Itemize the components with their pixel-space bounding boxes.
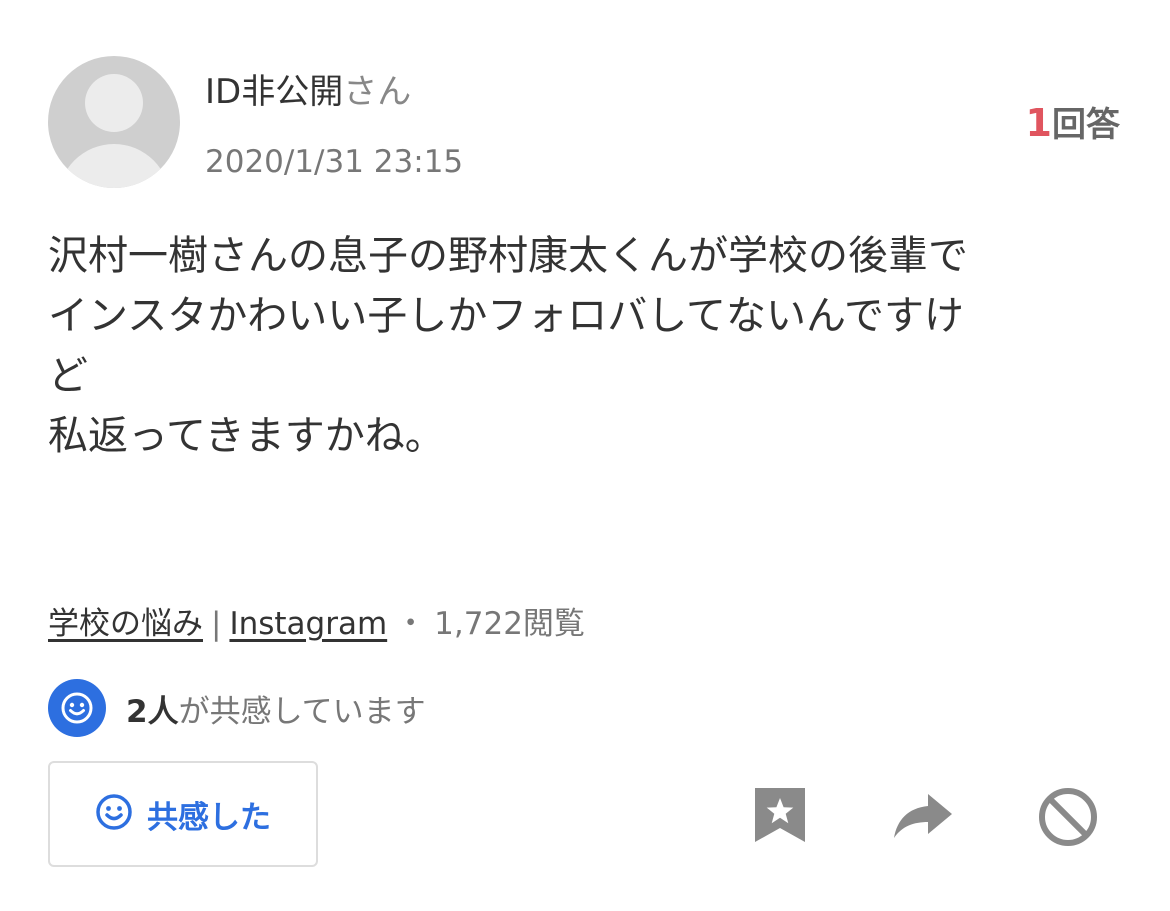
user-name-suffix: さん (343, 72, 412, 112)
post-timestamp: 2020/1/31 23:15 (205, 144, 464, 180)
empathy-count: 2人 (126, 693, 179, 730)
empathize-button[interactable]: 共感した (48, 761, 318, 867)
empathy-summary: 2人が共感しています (48, 679, 426, 737)
avatar-head (85, 74, 143, 132)
avatar[interactable] (48, 56, 180, 188)
smiley-icon (95, 793, 133, 835)
view-count: 1,722閲覧 (434, 606, 585, 642)
empathy-message: が共感しています (178, 693, 426, 730)
empathize-button-label: 共感した (147, 799, 271, 836)
question-line: 私返ってきますかね。 (48, 413, 445, 459)
meta-dot: ・ (395, 606, 427, 642)
question-meta: 学校の悩み | Instagram ・ 1,722閲覧 (48, 602, 585, 646)
user-name-text: ID非公開 (205, 72, 344, 112)
category-link[interactable]: 学校の悩み (48, 606, 203, 642)
question-line: ど (48, 353, 88, 399)
block-icon[interactable] (1037, 786, 1099, 848)
answer-count[interactable]: 1回答 (1026, 101, 1120, 147)
empathy-text: 2人が共感しています (126, 686, 426, 731)
avatar-body (58, 144, 170, 188)
user-name[interactable]: ID非公開さん (205, 70, 411, 114)
answer-count-number: 1 (1025, 101, 1052, 145)
meta-separator: | (211, 606, 222, 642)
share-arrow-icon[interactable] (892, 792, 954, 840)
question-body: 沢村一樹さんの息子の野村康太くんが学校の後輩で インスタかわいい子しかフォロバし… (48, 226, 1123, 466)
smiley-icon (48, 679, 106, 737)
question-line: インスタかわいい子しかフォロバしてないんですけ (48, 293, 964, 339)
question-line: 沢村一樹さんの息子の野村康太くんが学校の後輩で (48, 233, 968, 279)
answer-count-label: 回答 (1052, 105, 1120, 145)
tag-link[interactable]: Instagram (229, 606, 387, 642)
bookmark-star-icon[interactable] (752, 785, 808, 845)
